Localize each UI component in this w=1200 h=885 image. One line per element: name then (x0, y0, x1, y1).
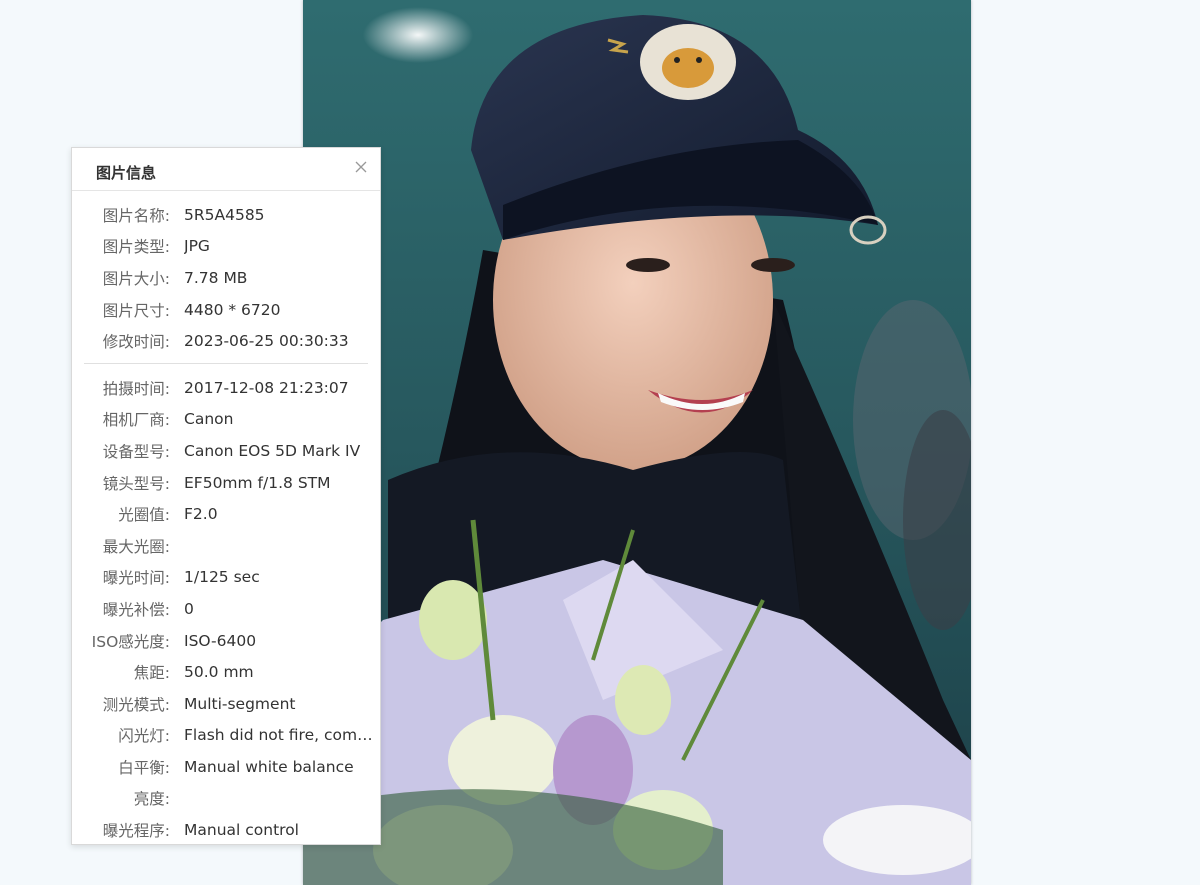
row-label: 修改时间: (102, 333, 170, 352)
image-viewer: 图片信息 图片名称: 5R5A4585 图片类型: JPG 图片大小: 7.78… (0, 0, 1200, 885)
exif-row-exposure-time: 曝光时间: 1/125 sec (72, 562, 380, 594)
row-value: 2017-12-08 21:23:07 (184, 378, 349, 397)
row-value: 5R5A4585 (184, 205, 265, 224)
row-value: ISO-6400 (184, 631, 257, 650)
photo-canvas[interactable] (303, 0, 971, 885)
row-label: 镜头型号: (102, 474, 170, 493)
exif-row-iso: ISO感光度: ISO-6400 (72, 625, 380, 657)
exif-row-focal-length: 焦距: 50.0 mm (72, 656, 380, 688)
row-label: 最大光圈: (102, 537, 170, 556)
section-divider (84, 362, 368, 364)
exif-row-camera-maker: 相机厂商: Canon (72, 404, 380, 436)
row-value: 1/125 sec (184, 568, 260, 587)
row-value: Manual white balance (184, 757, 354, 776)
row-value: 7.78 MB (184, 268, 248, 287)
exif-info-section: 拍摄时间: 2017-12-08 21:23:07 相机厂商: Canon 设备… (72, 372, 380, 846)
panel-title: 图片信息 (96, 164, 157, 182)
row-value: 0 (184, 599, 194, 618)
row-value: EF50mm f/1.8 STM (184, 473, 331, 492)
row-value: Canon (184, 410, 234, 429)
row-label: 图片类型: (102, 238, 170, 257)
exif-row-flash: 闪光灯: Flash did not fire, comp... (72, 720, 380, 752)
info-row-modified: 修改时间: 2023-06-25 00:30:33 (72, 325, 380, 357)
row-label: 闪光灯: (118, 727, 170, 746)
row-label: 焦距: (133, 664, 170, 683)
row-label: ISO感光度: (91, 632, 170, 651)
photo-image (303, 0, 971, 885)
row-label: 相机厂商: (102, 411, 170, 430)
row-value: Multi-segment (184, 694, 296, 713)
row-label: 图片大小: (102, 269, 170, 288)
exif-row-camera-model: 设备型号: Canon EOS 5D Mark IV (72, 435, 380, 467)
exif-row-lens: 镜头型号: EF50mm f/1.8 STM (72, 467, 380, 499)
exif-row-metering-mode: 测光模式: Multi-segment (72, 688, 380, 720)
row-label: 曝光程序: (102, 822, 170, 841)
exif-row-white-balance: 白平衡: Manual white balance (72, 751, 380, 783)
basic-info-section: 图片名称: 5R5A4585 图片类型: JPG 图片大小: 7.78 MB 图… (72, 191, 380, 357)
panel-header: 图片信息 (72, 148, 380, 191)
image-info-panel: 图片信息 图片名称: 5R5A4585 图片类型: JPG 图片大小: 7.78… (71, 147, 381, 845)
row-label: 图片尺寸: (102, 301, 170, 320)
exif-row-max-aperture: 最大光圈: (72, 530, 380, 562)
row-value: JPG (184, 237, 210, 256)
row-label: 曝光时间: (102, 569, 170, 588)
row-label: 测光模式: (102, 695, 170, 714)
row-label: 亮度: (133, 790, 170, 809)
info-row-type: 图片类型: JPG (72, 231, 380, 263)
row-value: Canon EOS 5D Mark IV (184, 441, 361, 460)
row-value: 4480 * 6720 (184, 300, 281, 319)
row-value: F2.0 (184, 505, 218, 524)
exif-row-brightness: 亮度: (72, 783, 380, 815)
row-label: 设备型号: (102, 442, 170, 461)
info-row-name: 图片名称: 5R5A4585 (72, 199, 380, 231)
close-icon[interactable] (354, 160, 368, 174)
exif-row-aperture: 光圈值: F2.0 (72, 498, 380, 530)
exif-row-exposure-bias: 曝光补偿: 0 (72, 593, 380, 625)
row-value: Manual control (184, 821, 299, 840)
row-value: 2023-06-25 00:30:33 (184, 332, 349, 351)
info-row-size: 图片大小: 7.78 MB (72, 262, 380, 294)
row-label: 光圈值: (118, 506, 170, 525)
exif-row-shot-time: 拍摄时间: 2017-12-08 21:23:07 (72, 372, 380, 404)
row-label: 图片名称: (102, 206, 170, 225)
row-label: 拍摄时间: (102, 379, 170, 398)
row-value: Flash did not fire, comp... (184, 726, 374, 745)
info-row-dimensions: 图片尺寸: 4480 * 6720 (72, 294, 380, 326)
row-value: 50.0 mm (184, 663, 254, 682)
row-label: 白平衡: (118, 758, 170, 777)
exif-row-exposure-program: 曝光程序: Manual control (72, 814, 380, 846)
row-label: 曝光补偿: (102, 600, 170, 619)
